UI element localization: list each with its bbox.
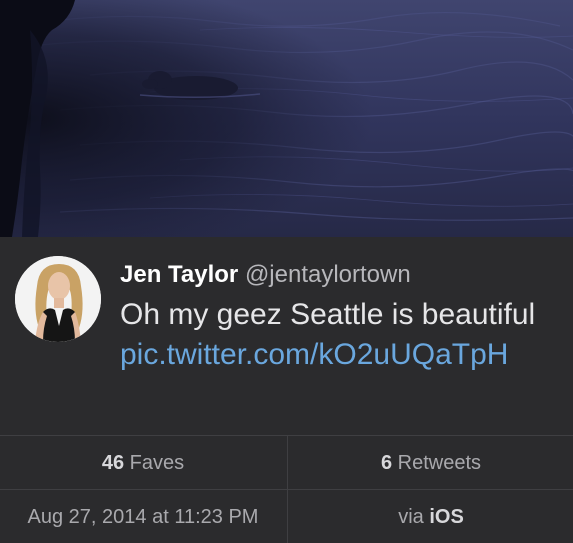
tweet-card: Jen Taylor @jentaylortown Oh my geez Sea… [0,237,573,435]
lake-photo-image [0,0,573,237]
retweets-label: Retweets [392,452,482,474]
tweet-text-plain: Oh my geez Seattle is beautiful [120,298,536,331]
tweet-source[interactable]: via iOS [287,490,573,543]
tweet-timestamp: Aug 27, 2014 at 11:23 PM [27,506,259,528]
author-name[interactable]: Jen Taylor [120,261,238,288]
via-prefix: via [398,506,430,528]
tweet-text: Oh my geez Seattle is beautiful pic.twit… [120,295,560,375]
avatar[interactable] [15,256,101,342]
tweet-link[interactable]: pic.twitter.com/kO2uUQaTpH [120,338,508,371]
tweet-meta-row: Aug 27, 2014 at 11:23 PM via iOS [0,489,573,543]
faves-count: 46 [101,452,125,474]
tweet-detail-view: Jen Taylor @jentaylortown Oh my geez Sea… [0,0,573,543]
profile-photo-icon [15,256,101,342]
retweets-count: 6 [380,452,393,474]
tweet-photo[interactable] [0,0,573,237]
faves-label: Faves [124,452,185,474]
tweet-stats-row: 46 Faves 6 Retweets [0,435,573,490]
via-source: iOS [429,506,464,528]
faves-count-button[interactable]: 46 Faves [0,436,286,490]
author-handle[interactable]: @jentaylortown [245,261,411,288]
retweets-count-button[interactable]: 6 Retweets [287,436,573,490]
tweet-author[interactable]: Jen Taylor @jentaylortown [120,261,411,289]
